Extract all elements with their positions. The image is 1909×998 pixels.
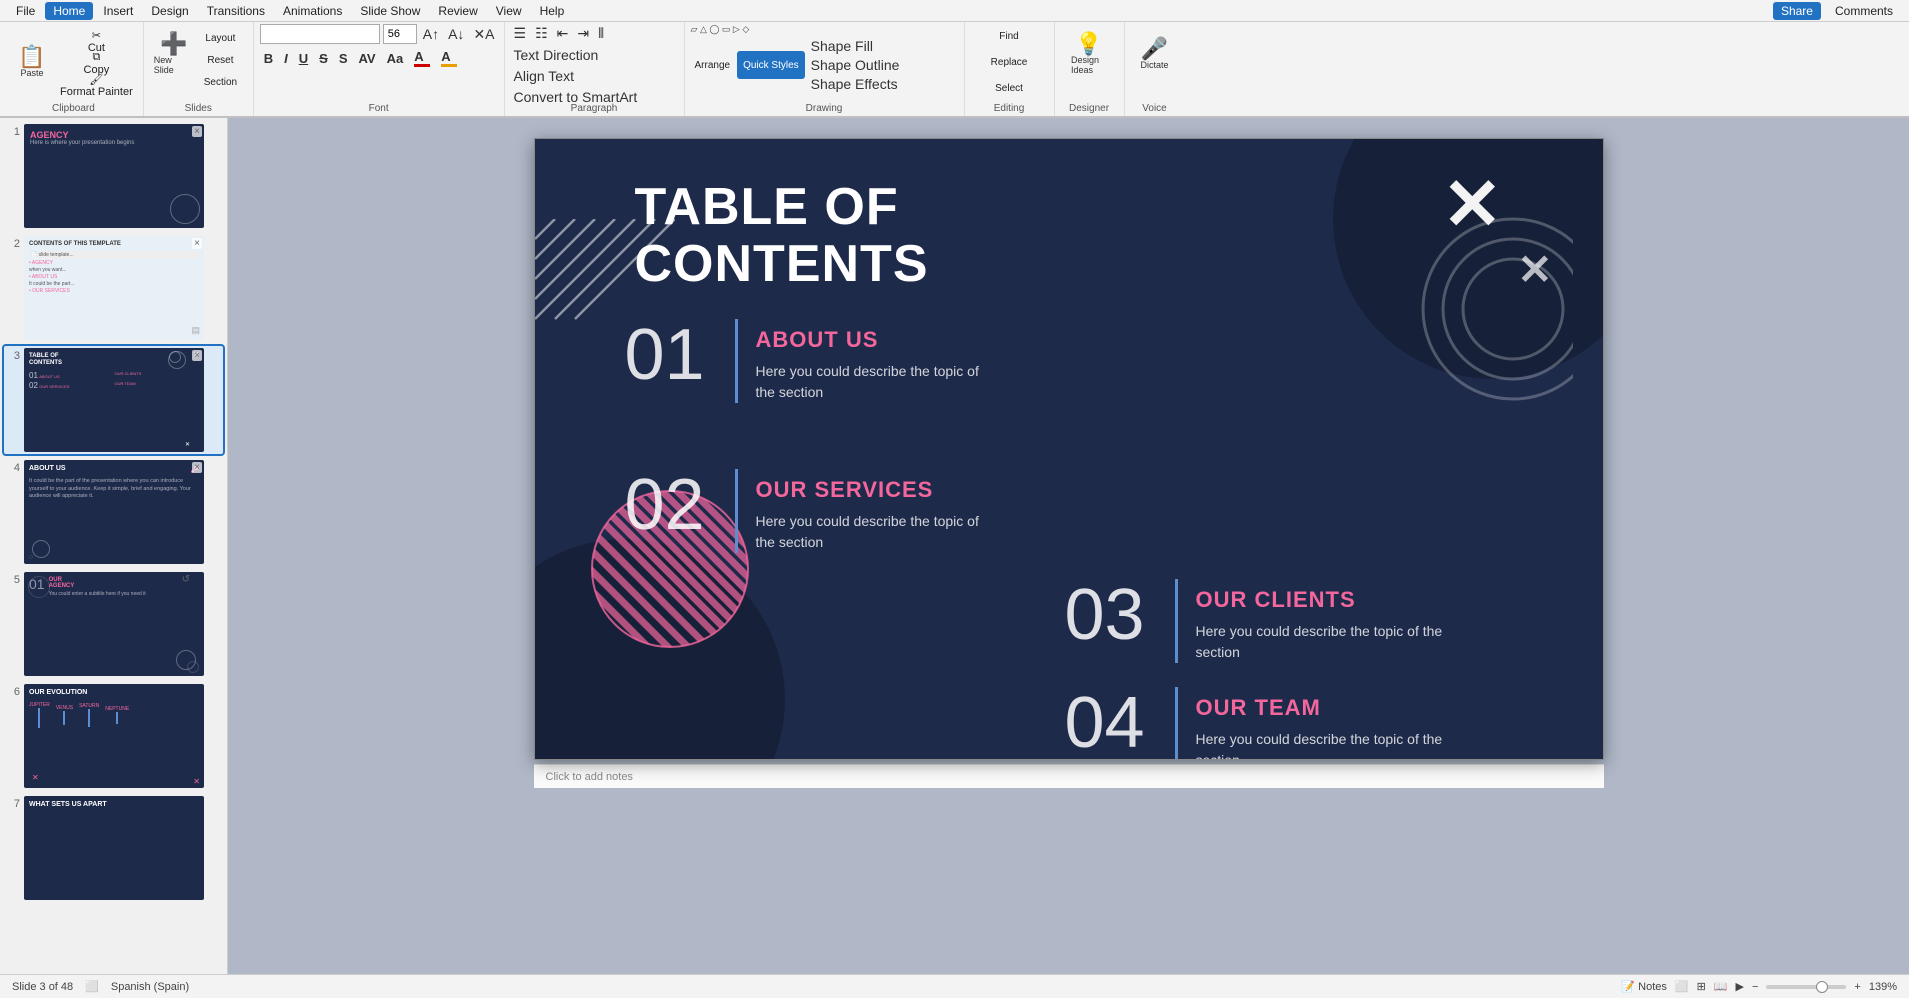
- main-area: 1 AGENCY Here is where your presentation…: [0, 118, 1909, 974]
- select-button[interactable]: Select: [971, 76, 1048, 100]
- close-slide-3[interactable]: ×: [192, 350, 202, 361]
- slide-sorter-button[interactable]: ⊞: [1697, 980, 1706, 993]
- close-slide-2[interactable]: ×: [192, 238, 202, 249]
- italic-button[interactable]: I: [280, 49, 292, 68]
- slide-title[interactable]: TABLE OF CONTENTS: [635, 179, 929, 293]
- bold-button[interactable]: B: [260, 49, 277, 68]
- reading-view-button[interactable]: 📖: [1714, 980, 1728, 993]
- menu-review[interactable]: Review: [430, 2, 485, 20]
- slide-thumb-4[interactable]: 4 ABOUT US It could be the part of the p…: [4, 458, 223, 566]
- dictate-button[interactable]: 🎤 Dictate: [1133, 24, 1177, 84]
- shape-effects-button[interactable]: Shape Effects: [808, 75, 903, 93]
- shape-fill-button[interactable]: Shape Fill: [808, 37, 903, 55]
- toc-item-03[interactable]: 03 OUR CLIENTS Here you could describe t…: [1065, 579, 1476, 663]
- underline-button[interactable]: U: [295, 49, 312, 68]
- close-slide-4[interactable]: ×: [192, 462, 202, 473]
- slide-info: Slide 3 of 48: [12, 981, 73, 993]
- font-name-input[interactable]: [260, 24, 380, 44]
- slide-thumb-6[interactable]: 6 OUR EVOLUTION JUPITER VENUS: [4, 682, 223, 790]
- toc-item-02[interactable]: 02 OUR SERVICES Here you could describe …: [625, 469, 996, 553]
- share-button[interactable]: Share: [1773, 2, 1821, 20]
- shadow-button[interactable]: S: [335, 49, 352, 68]
- language: Spanish (Spain): [111, 981, 189, 993]
- layout-button[interactable]: Layout: [200, 28, 241, 48]
- shape-outline-button[interactable]: Shape Outline: [808, 56, 903, 74]
- new-slide-button[interactable]: ➕ New Slide: [150, 24, 198, 84]
- paste-button[interactable]: 📋 Paste: [10, 32, 54, 92]
- char-spacing-button[interactable]: AV: [355, 49, 380, 68]
- text-direction-button[interactable]: Text Direction: [511, 46, 602, 64]
- deco-x-small: ✕: [1517, 249, 1552, 291]
- numbered-list-button[interactable]: ☷: [532, 24, 551, 43]
- quick-styles-button[interactable]: Quick Styles: [737, 51, 805, 79]
- indent-right-button[interactable]: ⇥: [574, 24, 592, 43]
- menu-design[interactable]: Design: [143, 2, 196, 20]
- slide-thumb-5[interactable]: 5 01 OURAGENCY You could enter a subtitl…: [4, 570, 223, 678]
- menu-help[interactable]: Help: [532, 2, 573, 20]
- font-color-button[interactable]: A: [410, 47, 434, 69]
- ribbon: 📋 Paste ✂ Cut ⧉ Copy 🖌 Format Painter Cl…: [0, 22, 1909, 118]
- comments-button[interactable]: Comments: [1827, 2, 1901, 20]
- menu-file[interactable]: File: [8, 2, 43, 20]
- zoom-out-button[interactable]: −: [1752, 981, 1758, 993]
- align-text-button[interactable]: Align Text: [511, 67, 577, 85]
- status-bar: Slide 3 of 48 ⬜ Spanish (Spain) 📝 Notes …: [0, 974, 1909, 998]
- menu-bar: File Home Insert Design Transitions Anim…: [0, 0, 1909, 22]
- menu-insert[interactable]: Insert: [95, 2, 141, 20]
- slide-canvas: ✕ ✕: [534, 138, 1604, 760]
- menu-slideshow[interactable]: Slide Show: [352, 2, 428, 20]
- design-ideas-button[interactable]: 💡 Design Ideas: [1067, 24, 1111, 84]
- normal-view-button[interactable]: ⬜: [1675, 980, 1689, 993]
- increase-font-button[interactable]: A↑: [420, 25, 442, 43]
- format-painter-button[interactable]: 🖌 Format Painter: [56, 75, 137, 95]
- case-button[interactable]: Aa: [383, 49, 408, 68]
- section-button[interactable]: Section: [200, 72, 241, 92]
- reset-button[interactable]: Reset: [200, 50, 241, 70]
- close-slide-1[interactable]: ×: [192, 126, 202, 137]
- notes-view-button[interactable]: 📝 Notes: [1621, 980, 1667, 993]
- arrange-button[interactable]: Arrange: [691, 51, 735, 79]
- slide-thumb-1[interactable]: 1 AGENCY Here is where your presentation…: [4, 122, 223, 230]
- menu-view[interactable]: View: [488, 2, 530, 20]
- slide-thumb-7[interactable]: 7 WHAT SETS US APART: [4, 794, 223, 902]
- bullet-list-button[interactable]: ☰: [511, 24, 530, 43]
- indent-left-button[interactable]: ⇤: [554, 24, 572, 43]
- notes-bar[interactable]: Click to add notes: [534, 764, 1604, 788]
- toc-item-01[interactable]: 01 ABOUT US Here you could describe the …: [625, 319, 996, 403]
- slide-thumb-3[interactable]: 3 TABLE OFCONTENTS 01 ABOUT US OUR CLIEN…: [4, 346, 223, 454]
- slides-panel: 1 AGENCY Here is where your presentation…: [0, 118, 228, 974]
- toc-item-04[interactable]: 04 OUR TEAM Here you could describe the …: [1065, 687, 1476, 760]
- zoom-level[interactable]: 139%: [1869, 981, 1897, 993]
- replace-button[interactable]: Replace: [971, 50, 1048, 74]
- menu-animations[interactable]: Animations: [275, 2, 350, 20]
- font-size-input[interactable]: [383, 24, 417, 44]
- decrease-font-button[interactable]: A↓: [445, 25, 467, 43]
- slide-thumb-2[interactable]: 2 CONTENTS OF THIS TEMPLATE 📄 slide temp…: [4, 234, 223, 342]
- presenter-view-button[interactable]: ▶: [1736, 980, 1744, 993]
- deco-x-large: ✕: [1442, 169, 1502, 241]
- menu-home[interactable]: Home: [45, 2, 93, 20]
- strikethrough-button[interactable]: S: [315, 49, 332, 68]
- highlight-button[interactable]: A: [437, 47, 461, 69]
- zoom-slider[interactable]: [1766, 985, 1846, 989]
- canvas-area[interactable]: ✕ ✕: [228, 118, 1909, 974]
- slide-icon: ⬜: [85, 980, 99, 993]
- columns-button[interactable]: ⫴: [595, 24, 607, 43]
- copy-button[interactable]: ⧉ Copy: [56, 53, 137, 73]
- clear-format-button[interactable]: ✕A: [470, 25, 497, 44]
- zoom-in-button[interactable]: +: [1854, 981, 1860, 993]
- cut-button[interactable]: ✂ Cut: [56, 31, 137, 51]
- find-button[interactable]: Find: [971, 24, 1048, 48]
- menu-transitions[interactable]: Transitions: [199, 2, 273, 20]
